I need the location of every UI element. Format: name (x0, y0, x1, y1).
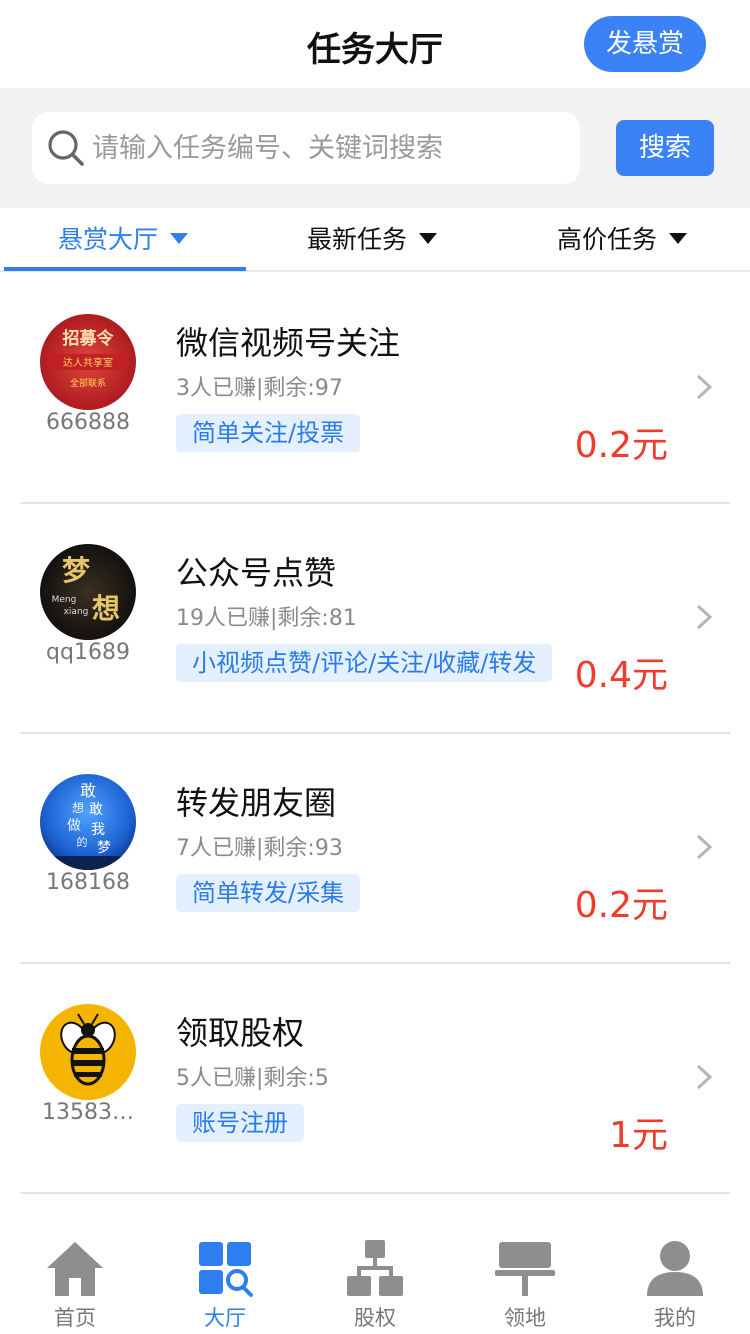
nav-home[interactable]: 首页 (20, 1238, 130, 1334)
territory-icon (495, 1242, 555, 1296)
tab-high-price-tasks[interactable]: 高价任务 (557, 220, 688, 260)
caret-down-icon (669, 233, 688, 244)
caret-down-icon (419, 233, 438, 244)
owner-id: 13583… (42, 1100, 134, 1125)
chevron-right-icon (696, 834, 713, 860)
tab-latest-tasks[interactable]: 最新任务 (307, 220, 438, 260)
equity-icon (347, 1240, 403, 1296)
nav-profile[interactable]: 我的 (620, 1238, 730, 1334)
hall-icon (199, 1242, 253, 1297)
task-item[interactable]: 敢 想 敢 做 我 的 梦 168168 转发朋友圈 7人已赚|剩余:93 简单… (20, 734, 730, 964)
task-title: 转发朋友圈 (176, 784, 337, 822)
bottom-nav: 首页 大厅 股权 领地 我的 (0, 1224, 750, 1334)
task-list: 招募令 达人共享室 全部联系 666888 微信视频号关注 3人已赚|剩余:97… (20, 274, 730, 1194)
avatar-text: 我 (91, 822, 105, 838)
nav-label: 领地 (504, 1306, 546, 1330)
owner-id: qq1689 (46, 640, 130, 665)
chevron-right-icon (696, 374, 713, 400)
avatar-text: Meng (52, 595, 77, 605)
avatar-text: 招募令 (63, 328, 115, 349)
nav-equity[interactable]: 股权 (320, 1238, 430, 1334)
avatar-text: 敢 (80, 781, 96, 800)
nav-label: 股权 (354, 1306, 396, 1330)
task-item[interactable]: 招募令 达人共享室 全部联系 666888 微信视频号关注 3人已赚|剩余:97… (20, 274, 730, 504)
owner-id: 168168 (46, 870, 130, 895)
nav-label: 我的 (654, 1306, 696, 1330)
task-item[interactable]: 梦 想 Meng xiang qq1689 公众号点赞 19人已赚|剩余:81 … (20, 504, 730, 734)
tab-label: 最新任务 (307, 225, 408, 254)
task-item[interactable]: 13583… 领取股权 5人已赚|剩余:5 账号注册 1元 (20, 964, 730, 1194)
avatar: 招募令 达人共享室 全部联系 (40, 314, 136, 410)
home-icon (47, 1242, 103, 1296)
task-stats: 5人已赚|剩余:5 (176, 1066, 329, 1091)
task-stats: 19人已赚|剩余:81 (176, 606, 357, 631)
avatar-text: 梦 (62, 554, 91, 587)
task-tag: 简单转发/采集 (176, 874, 361, 912)
owner-id: 666888 (46, 410, 130, 435)
task-price: 1元 (609, 1115, 668, 1156)
search-box[interactable] (32, 112, 580, 184)
task-price: 0.2元 (574, 885, 668, 926)
nav-hall[interactable]: 大厅 (170, 1238, 280, 1334)
nav-label: 首页 (54, 1306, 96, 1330)
search-input[interactable] (92, 126, 562, 170)
avatar-text: 想 (72, 800, 84, 815)
avatar-text: 梦 (97, 840, 111, 856)
task-tag: 简单关注/投票 (176, 414, 361, 452)
search-icon (48, 130, 84, 166)
search-button[interactable]: 搜索 (616, 120, 714, 176)
search-bar: 搜索 (0, 88, 750, 208)
task-stats: 3人已赚|剩余:97 (176, 376, 343, 401)
profile-icon (647, 1241, 703, 1296)
task-price: 0.2元 (574, 425, 668, 466)
task-title: 公众号点赞 (176, 554, 337, 592)
chevron-right-icon (696, 604, 713, 630)
bee-avatar-icon (40, 1004, 136, 1100)
chevron-right-icon (696, 1064, 713, 1090)
caret-down-icon (170, 233, 189, 244)
nav-territory[interactable]: 领地 (470, 1238, 580, 1334)
tab-bounty-hall[interactable]: 悬赏大厅 (58, 220, 189, 260)
tab-label: 悬赏大厅 (58, 225, 159, 254)
avatar-text: xiang (64, 607, 89, 617)
task-stats: 7人已赚|剩余:93 (176, 836, 343, 861)
avatar-text: 想 (92, 592, 120, 625)
task-tag: 账号注册 (176, 1104, 304, 1142)
active-tab-indicator (4, 267, 246, 271)
avatar-text: 达人共享室 (63, 356, 113, 369)
avatar: 梦 想 Meng xiang (40, 544, 136, 640)
top-header: 任务大厅 发悬赏 (0, 0, 750, 88)
task-tag: 小视频点赞/评论/关注/收藏/转发 (176, 644, 553, 682)
avatar-text: 的 (77, 835, 88, 849)
nav-label: 大厅 (204, 1306, 246, 1330)
avatar-text: 做 (67, 818, 81, 834)
task-title: 领取股权 (176, 1014, 305, 1052)
avatar-text: 敢 (89, 802, 103, 818)
tab-label: 高价任务 (557, 225, 658, 254)
avatar-text: 全部联系 (70, 377, 106, 389)
filter-tabs: 悬赏大厅 最新任务 高价任务 (0, 208, 750, 272)
post-bounty-button[interactable]: 发悬赏 (584, 16, 706, 72)
task-title: 微信视频号关注 (176, 324, 401, 362)
avatar: 敢 想 敢 做 我 的 梦 (40, 774, 136, 870)
task-price: 0.4元 (574, 655, 668, 696)
